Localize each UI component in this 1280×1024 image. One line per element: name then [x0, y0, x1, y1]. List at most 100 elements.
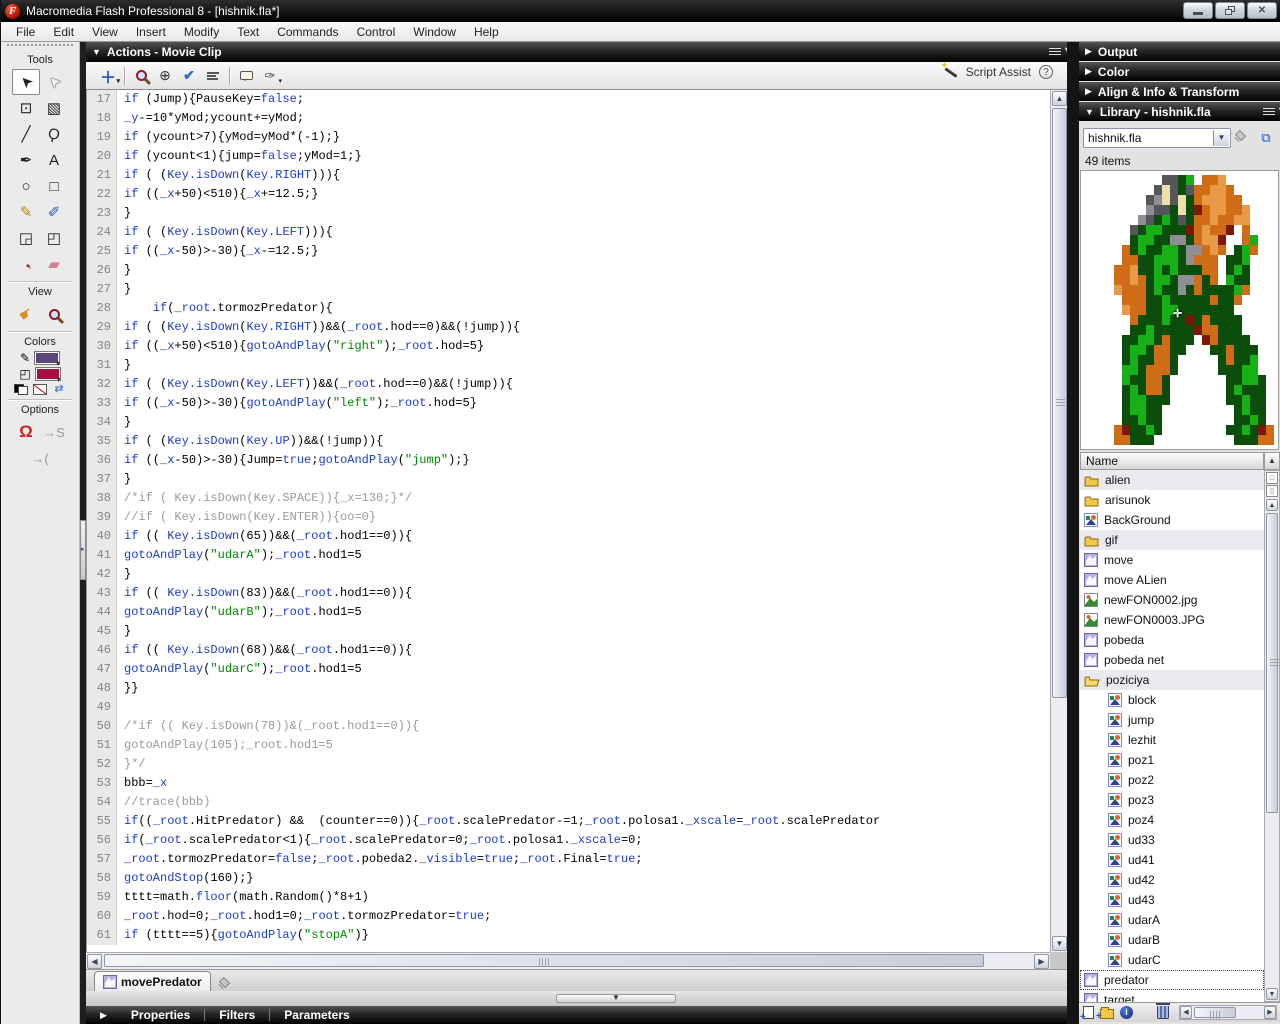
scrollbar-thumb[interactable] [1266, 513, 1279, 813]
pen-tool-button[interactable]: ✒ [12, 147, 40, 173]
pin-library-icon[interactable] [1233, 130, 1251, 146]
library-document-select[interactable]: hishnik.fla ▼ [1083, 128, 1231, 148]
scrollbar-thumb[interactable] [1052, 108, 1067, 698]
scroll-right-button[interactable]: ▶ [1034, 954, 1049, 969]
hand-tool-button[interactable]: ☛ [12, 301, 40, 327]
scrollbar-thumb[interactable] [1194, 1007, 1236, 1019]
menu-control[interactable]: Control [348, 23, 405, 41]
splitter-collapse-arrow[interactable]: ▼ [556, 994, 676, 1003]
menu-help[interactable]: Help [465, 23, 508, 41]
library-item-jump[interactable]: jump [1080, 710, 1264, 730]
library-item-pobeda[interactable]: pobeda [1080, 630, 1264, 650]
library-item-background[interactable]: BackGround [1080, 510, 1264, 530]
vertical-scrollbar[interactable]: ▲ ▼ [1050, 90, 1067, 952]
code-line[interactable]: 54 //trace(bbb) [87, 793, 1050, 812]
library-item-udarb[interactable]: udarB [1080, 930, 1264, 950]
straighten-tool-button[interactable]: →( [26, 445, 54, 471]
library-item-poziciya[interactable]: poziciya [1080, 670, 1264, 690]
brush-tool-button[interactable]: ✐ [40, 199, 68, 225]
code-line[interactable]: 27} [87, 280, 1050, 299]
code-line[interactable]: 37} [87, 470, 1050, 489]
paint-bucket-tool-button[interactable]: ◰ [40, 225, 68, 251]
library-item-target[interactable]: target [1080, 990, 1264, 1002]
library-item-ud33[interactable]: ud33 [1080, 830, 1264, 850]
code-line[interactable]: 49 [87, 698, 1050, 717]
code-line[interactable]: 32 if ( (Key.isDown(Key.LEFT))&&(_root.ho… [87, 375, 1050, 394]
code-line[interactable]: 31} [87, 356, 1050, 375]
library-item-udara[interactable]: udarA [1080, 910, 1264, 930]
code-line[interactable]: 34} [87, 413, 1050, 432]
fill-color-swatch[interactable] [34, 367, 61, 384]
rectangle-tool-button[interactable]: □ [40, 173, 68, 199]
add-script-button[interactable]: ＋ [96, 65, 120, 87]
code-line[interactable]: 30 if ((_x+50)<510){gotoAndPlay("right");… [87, 337, 1050, 356]
gradient-transform-tool-button[interactable]: ▧ [40, 95, 68, 121]
code-line[interactable]: 43 if (( Key.isDown(83))&&(_root.hod1==0)… [87, 584, 1050, 603]
library-item-newfon0003-jpg[interactable]: newFON0003.JPG [1080, 610, 1264, 630]
debug-options-button[interactable]: ✑ [258, 65, 282, 87]
menu-commands[interactable]: Commands [268, 23, 347, 41]
close-button[interactable]: ✕ [1247, 2, 1277, 19]
menu-window[interactable]: Window [404, 23, 465, 41]
code-line[interactable]: 41 gotoAndPlay("udarA");_root.hod1=5 [87, 546, 1050, 565]
library-vertical-scrollbar[interactable]: □ ▯ ▲ ▼ [1264, 470, 1280, 1002]
code-line[interactable]: 21 if ( (Key.isDown(Key.RIGHT))){ [87, 166, 1050, 185]
code-line[interactable]: 28 if(_root.tormozPredator){ [87, 299, 1050, 318]
code-line[interactable]: 35 if ( (Key.isDown(Key.UP))&&(!jump)){ [87, 432, 1050, 451]
code-line[interactable]: 42} [87, 565, 1050, 584]
menu-edit[interactable]: Edit [44, 23, 83, 41]
code-line[interactable]: 48}} [87, 679, 1050, 698]
auto-format-button[interactable] [201, 65, 225, 87]
library-item-predator[interactable]: predator [1080, 970, 1264, 990]
swap-colors-button[interactable]: ⇄ [52, 384, 66, 395]
library-item-move-alien[interactable]: move ALien [1080, 570, 1264, 590]
panel-menu-icon[interactable] [1263, 105, 1280, 116]
library-item-move[interactable]: move [1080, 550, 1264, 570]
code-line[interactable]: 60 _root.hod=0;_root.hod1=0;_root.tormozP… [87, 907, 1050, 926]
panel-bar-output[interactable]: ▶ Output [1079, 42, 1280, 61]
insert-target-path-button[interactable]: ⊕ [153, 65, 177, 87]
restore-button[interactable] [1215, 2, 1245, 19]
scrollbar-thumb[interactable] [104, 954, 984, 967]
code-line[interactable]: 52}*/ [87, 755, 1050, 774]
show-code-hint-button[interactable] [234, 65, 258, 87]
script-editor[interactable]: 17 if (Jump){PauseKey=false; 18 _y-=10*yMod… [86, 90, 1050, 952]
code-line[interactable]: 40 if (( Key.isDown(65))&&(_root.hod1==0)… [87, 527, 1050, 546]
menu-insert[interactable]: Insert [127, 23, 175, 41]
code-line[interactable]: 46 if (( Key.isDown(68))&&(_root.hod1==0)… [87, 641, 1050, 660]
help-icon[interactable]: ? [1039, 65, 1053, 79]
black-white-button[interactable] [14, 384, 28, 395]
panel-bar-color[interactable]: ▶ Color [1079, 62, 1280, 81]
scroll-right-button[interactable]: ▶ [1264, 1006, 1276, 1019]
panel-grip[interactable] [7, 44, 73, 52]
code-line[interactable]: 33 if ((_x-50)>-30){gotoAndPlay("left");_… [87, 394, 1050, 413]
code-line[interactable]: 20 if (ycount<1){jump=false;yMod=1;} [87, 147, 1050, 166]
code-line[interactable]: 19 if (ycount>7){yMod=yMod*(-1);} [87, 128, 1050, 147]
scroll-up-button[interactable]: ▲ [1052, 91, 1067, 106]
library-column-header[interactable]: Name [1080, 452, 1264, 470]
code-line[interactable]: 17 if (Jump){PauseKey=false; [87, 90, 1050, 109]
narrow-view-button[interactable]: ▯ [1266, 485, 1278, 497]
find-button[interactable] [129, 65, 153, 87]
eraser-tool-button[interactable]: ▰ [40, 251, 68, 277]
code-line[interactable]: 58 gotoAndStop(160);} [87, 869, 1050, 888]
code-line[interactable]: 44 gotoAndPlay("udarB");_root.hod1=5 [87, 603, 1050, 622]
library-item-arisunok[interactable]: arisunok [1080, 490, 1264, 510]
code-line[interactable]: 61 if (tttt==5){gotoAndPlay("stopA")} [87, 926, 1050, 945]
horizontal-scrollbar[interactable]: ◀ ▶ [86, 952, 1050, 969]
code-line[interactable]: 29 if ( (Key.isDown(Key.RIGHT))&&(_root.h… [87, 318, 1050, 337]
stroke-color-swatch[interactable] [34, 351, 60, 368]
eyedropper-tool-button[interactable]: ❛ [12, 251, 40, 277]
lasso-tool-button[interactable]: Ϙ [40, 121, 68, 147]
library-item-poz2[interactable]: poz2 [1080, 770, 1264, 790]
sort-order-button[interactable]: ▲ [1264, 452, 1280, 470]
code-line[interactable]: 47 gotoAndPlay("udarC");_root.hod1=5 [87, 660, 1050, 679]
library-item-pobeda-net[interactable]: pobeda net [1080, 650, 1264, 670]
tab-parameters[interactable]: Parameters [270, 1009, 363, 1021]
actions-panel-header[interactable]: ▼ Actions - Movie Clip [86, 42, 1069, 62]
tab-properties[interactable]: Properties [117, 1009, 206, 1021]
code-line[interactable]: 57 _root.tormozPredator=false;_root.pobed… [87, 850, 1050, 869]
pencil-tool-button[interactable]: ✎ [12, 199, 40, 225]
library-item-lezhit[interactable]: lezhit [1080, 730, 1264, 750]
library-item-ud41[interactable]: ud41 [1080, 850, 1264, 870]
